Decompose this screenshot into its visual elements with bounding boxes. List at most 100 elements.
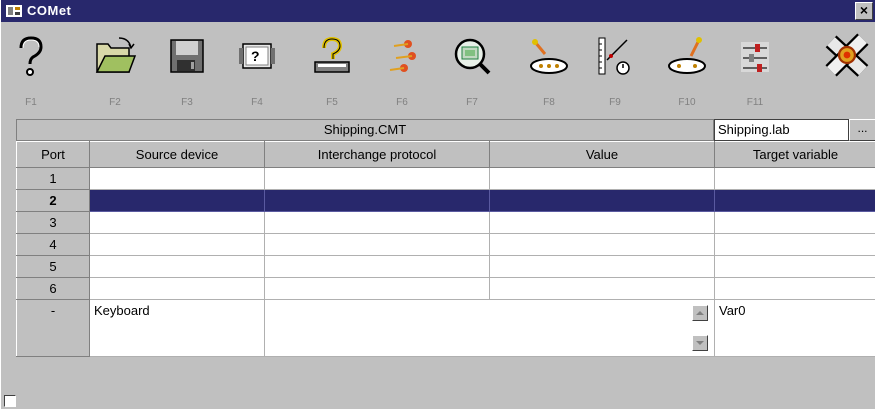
protocol-value-editor[interactable]	[264, 299, 715, 357]
device-query-icon: ?	[239, 43, 275, 69]
column-header-value[interactable]: Value	[489, 141, 715, 168]
target-variable-cell[interactable]	[714, 233, 875, 256]
port-number[interactable]: 5	[16, 255, 90, 278]
status-bar	[1, 391, 875, 409]
target-variable-cell[interactable]	[714, 167, 875, 190]
scroll-down-button[interactable]	[692, 335, 708, 351]
lab-browse-button[interactable]: ...	[849, 119, 875, 141]
value-cell[interactable]	[489, 167, 715, 190]
monitor-search-icon	[454, 38, 491, 75]
tool-fireworks-button[interactable]: F6	[376, 22, 428, 117]
source-device-cell[interactable]	[89, 233, 265, 256]
protocol-help-icon	[314, 36, 350, 73]
table-row[interactable]: 6	[16, 277, 875, 300]
arrow-down-icon	[696, 341, 704, 345]
lab-file-field[interactable]: Shipping.lab	[714, 119, 849, 141]
target-variable-cell[interactable]	[714, 277, 875, 300]
value-cell[interactable]	[489, 233, 715, 256]
column-header-target-variable[interactable]: Target variable	[714, 141, 875, 168]
conveyor-icon	[668, 37, 706, 74]
table-row[interactable]: 5	[16, 255, 875, 278]
tool-conveyor-button[interactable]: F10	[661, 22, 713, 117]
title-bar[interactable]: COMet ×	[1, 0, 875, 22]
source-device-cell[interactable]	[89, 189, 265, 212]
status-checkbox[interactable]	[4, 395, 16, 407]
toolbar: F1 F2 F3 ? F4 F5 F6 F7 F8 F9 F10 F11	[1, 22, 875, 117]
protocol-cell[interactable]	[264, 189, 490, 212]
protocol-cell[interactable]	[264, 277, 490, 300]
source-device-editor[interactable]: Keyboard	[89, 299, 265, 357]
tool-key-label: F8	[543, 97, 555, 108]
port-number[interactable]: 3	[16, 211, 90, 234]
source-device-cell[interactable]	[89, 211, 265, 234]
source-device-cell[interactable]	[89, 277, 265, 300]
target-variable-cell[interactable]	[714, 189, 875, 212]
tool-key-label: F7	[466, 97, 478, 108]
ports-table: Port Source device Interchange protocol …	[16, 141, 875, 357]
comet-logo-icon	[825, 33, 869, 77]
open-folder-icon	[95, 37, 137, 73]
tool-timer-button[interactable]: F9	[589, 22, 641, 117]
port-number[interactable]: 2	[16, 189, 90, 212]
file-row: Shipping.CMT Shipping.lab ...	[16, 119, 875, 141]
tool-help-button[interactable]: F1	[5, 22, 57, 117]
target-variable-editor[interactable]: Var0	[714, 299, 875, 357]
arrow-up-icon	[696, 311, 704, 315]
table-row[interactable]: 4	[16, 233, 875, 256]
tool-key-label: F10	[678, 97, 696, 108]
tool-key-label: F6	[396, 97, 408, 108]
tool-key-label: F9	[609, 97, 621, 108]
column-header-interchange-protocol[interactable]: Interchange protocol	[264, 141, 490, 168]
timer-gauge-icon	[598, 37, 630, 75]
protocol-cell[interactable]	[264, 233, 490, 256]
tool-save-button[interactable]: F3	[161, 22, 213, 117]
edit-row[interactable]: - Keyboard Var0	[16, 299, 875, 357]
tool-logo-button[interactable]	[816, 22, 874, 117]
tool-sliders-button[interactable]: F11	[729, 22, 781, 117]
tool-open-button[interactable]: F2	[89, 22, 141, 117]
table-header-row: Port Source device Interchange protocol …	[16, 141, 875, 168]
value-cell[interactable]	[489, 189, 715, 212]
value-cell[interactable]	[489, 211, 715, 234]
target-variable-cell[interactable]	[714, 211, 875, 234]
rocket-conveyor-icon	[530, 39, 568, 74]
port-number[interactable]: 1	[16, 167, 90, 190]
port-grid: Shipping.CMT Shipping.lab ... Port Sourc…	[16, 119, 875, 391]
protocol-cell[interactable]	[264, 255, 490, 278]
source-device-cell[interactable]	[89, 255, 265, 278]
value-cell[interactable]	[489, 277, 715, 300]
table-row[interactable]: 3	[16, 211, 875, 234]
tool-monitor-button[interactable]: F7	[446, 22, 498, 117]
source-device-cell[interactable]	[89, 167, 265, 190]
port-number[interactable]: 6	[16, 277, 90, 300]
port-number[interactable]: 4	[16, 233, 90, 256]
column-header-port[interactable]: Port	[16, 141, 90, 168]
comet-window: COMet × F1 F2 F3 ? F4 F5 F6 F7 F8 F9 F10…	[0, 0, 875, 409]
window-title: COMet	[27, 3, 72, 18]
tool-key-label: F11	[746, 97, 764, 108]
tool-key-label: F4	[251, 97, 263, 108]
tool-key-label: F5	[326, 97, 338, 108]
save-icon	[170, 39, 204, 73]
column-header-source-device[interactable]: Source device	[89, 141, 265, 168]
tool-query-button[interactable]: ? F4	[231, 22, 283, 117]
tool-key-label: F1	[25, 97, 37, 108]
table-row-selected[interactable]: 2	[16, 189, 875, 212]
svg-text:?: ?	[251, 48, 260, 64]
close-button[interactable]: ×	[855, 2, 873, 20]
protocol-cell[interactable]	[264, 211, 490, 234]
tool-key-label: F2	[109, 97, 121, 108]
sliders-icon	[741, 42, 769, 72]
target-variable-cell[interactable]	[714, 255, 875, 278]
tool-protocol-button[interactable]: F5	[306, 22, 358, 117]
fireworks-icon	[389, 40, 416, 72]
scroll-up-button[interactable]	[692, 305, 708, 321]
help-icon	[19, 36, 43, 76]
edit-row-marker: -	[16, 299, 90, 357]
tool-key-label: F3	[181, 97, 193, 108]
tool-rocket-button[interactable]: F8	[523, 22, 575, 117]
table-row[interactable]: 1	[16, 167, 875, 190]
cmt-file-name: Shipping.CMT	[16, 119, 714, 141]
protocol-cell[interactable]	[264, 167, 490, 190]
value-cell[interactable]	[489, 255, 715, 278]
